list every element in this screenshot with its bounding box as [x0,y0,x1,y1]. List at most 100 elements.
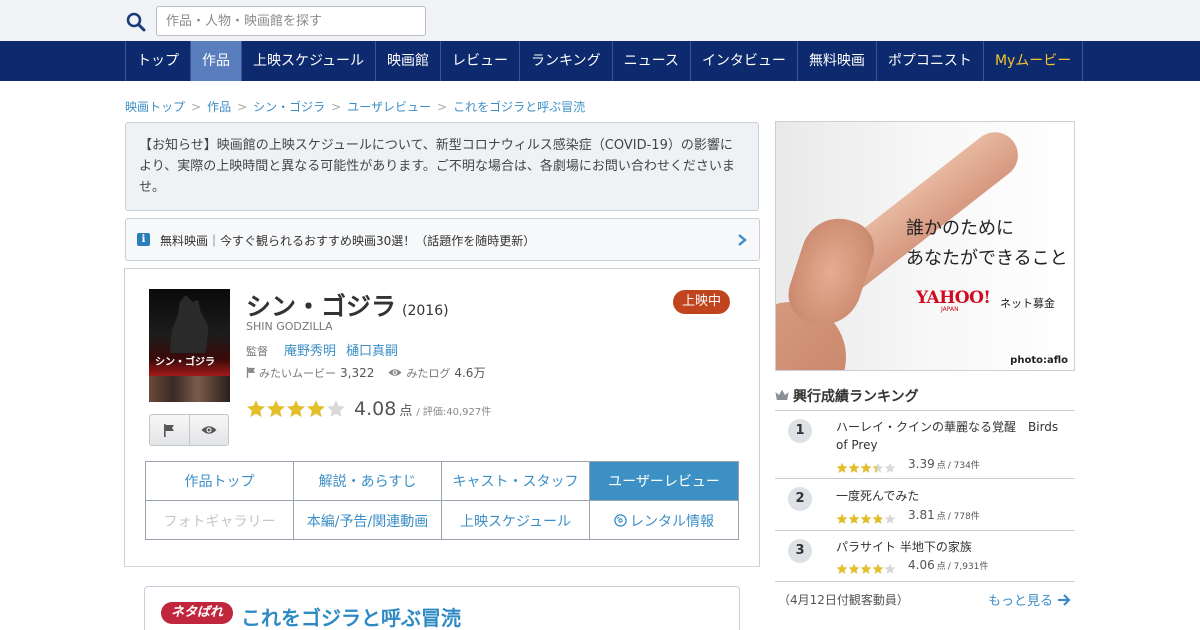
tab-rental-label: レンタル情報 [630,513,714,530]
rank-rating: 3.81 点 / 778件 [836,508,980,525]
nav-item-my-movie[interactable]: Myムービー [984,41,1084,81]
rank-score: 3.39 [908,457,935,471]
star-icon [884,513,896,524]
ranking-more-label: もっと見る [988,594,1054,609]
want-to-see-button[interactable] [150,415,189,445]
tab-synopsis[interactable]: 解説・あらすじ [294,462,442,501]
star-icon [307,400,325,417]
rank-score-unit: 点 [936,561,946,572]
rating-count: / 評価:40,927件 [416,407,492,418]
eye-icon [201,426,217,434]
ranking-item[interactable]: 2 一度死んでみた 3.81 点 / 778件 [775,479,1075,531]
ranking-heading: 興行成績ランキング [775,386,1075,411]
ad-banner[interactable]: 誰かのために あなたができること YAHOO! JAPAN ネット募金 phot… [775,121,1075,371]
ranking-date-note: （4月12日付観客動員） [778,593,909,607]
breadcrumb: 映画トップ > 作品 > シン・ゴジラ > ユーザレビュー > これをゴジラと呼ぶ冒涜 [125,98,585,115]
nav-item-free-movies[interactable]: 無料映画 [798,41,877,81]
breadcrumb-item[interactable]: シン・ゴジラ [253,100,325,114]
director-link[interactable]: 庵野秀明 [284,344,336,359]
nav-item-ranking[interactable]: ランキング [520,41,613,81]
star-icon [836,462,848,473]
star-icon [860,513,872,524]
nav-item-reviews[interactable]: レビュー [441,41,521,81]
seen-stat: みたログ 4.6万 [388,364,485,381]
breadcrumb-separator: > [191,100,202,114]
info-icon: i [137,233,150,246]
nav-item-top[interactable]: トップ [126,41,191,81]
rank-score: 4.06 [908,558,935,572]
ranking-item[interactable]: 3 パラサイト 半地下の家族 4.06 点 / 7,931件 [775,531,1075,582]
ranking-title: 興行成績ランキング [793,389,919,405]
rank-score-unit: 点 [936,511,946,522]
star-icon [884,563,896,574]
breadcrumb-item-current[interactable]: これをゴジラと呼ぶ冒涜 [453,100,585,114]
eye-icon [388,369,402,376]
director-label: 監督 [246,345,268,358]
yahoo-logo-sub: JAPAN [941,306,959,313]
poster-cast-strip [149,376,230,402]
tab-schedule[interactable]: 上映スケジュール [442,501,590,540]
ad-copy-line: あなたができること [906,248,1068,269]
review-box: ネタばれ これをゴジラと呼ぶ冒涜 [144,586,740,630]
star-icon [836,563,848,574]
now-showing-badge: 上映中 [673,290,731,314]
movie-rating: 4.08 点 / 評価:40,927件 [246,395,491,420]
star-icon [872,563,884,574]
star-icon [287,400,305,417]
chevron-right-icon [738,234,747,246]
breadcrumb-separator: > [237,100,248,114]
nav-item-popconist[interactable]: ポプコニスト [877,41,984,81]
covid-notice: 【お知らせ】映画館の上映スケジュールについて、新型コロナウィルス感染症（COVI… [125,122,759,211]
poster-title: シン・ゴジラ [155,357,215,368]
breadcrumb-item[interactable]: 作品 [207,100,231,114]
tab-overview[interactable]: 作品トップ [146,462,294,501]
rating-score: 4.08 [354,398,397,420]
star-icon [267,400,285,417]
director-link[interactable]: 樋口真嗣 [346,344,398,359]
star-icon [860,462,872,473]
star-icon [872,462,884,473]
ranking-more-link[interactable]: もっと見る [988,590,1071,609]
star-icon [848,513,860,524]
search-bar [0,0,1200,41]
seen-log-button[interactable] [188,415,228,445]
rank-movie-title: パラサイト 半地下の家族 [836,540,972,554]
rank-number: 1 [788,419,812,443]
rank-rating-stars [836,563,896,575]
free-movies-banner[interactable]: i 無料映画｜今すぐ観られるおすすめ映画30選！（話題作を随時更新） [125,218,760,261]
ranking-item[interactable]: 1 ハーレイ・クインの華麗なる覚醒 Birds of Prey 3.39 点 /… [775,411,1075,479]
flag-icon [246,367,256,378]
rank-review-count: / 778件 [947,511,980,522]
breadcrumb-item[interactable]: ユーザレビュー [347,100,431,114]
search-icon[interactable] [126,12,146,32]
nav-item-theaters[interactable]: 映画館 [376,41,442,81]
search-input[interactable] [156,6,426,36]
rank-rating: 4.06 点 / 7,931件 [836,558,988,575]
review-title: これをゴジラと呼ぶ冒涜 [241,606,461,630]
global-nav: トップ 作品 上映スケジュール 映画館 レビュー ランキング ニュース インタビ… [0,41,1200,81]
tab-rental[interactable]: レンタル情報 [590,501,738,540]
star-icon [860,563,872,574]
nav-list: トップ 作品 上映スケジュール 映画館 レビュー ランキング ニュース インタビ… [125,41,1084,81]
rank-movie-title: ハーレイ・クインの華麗なる覚醒 Birds of Prey [836,420,1059,452]
disc-icon [614,514,627,527]
rank-movie-title: 一度死んでみた [836,489,920,503]
breadcrumb-separator: > [437,100,448,114]
flag-icon [164,423,175,437]
movie-poster[interactable]: シン・ゴジラ [149,289,230,402]
rank-rating-stars [836,513,896,525]
rank-rating-stars [836,462,896,474]
ad-service-name: ネット募金 [1000,297,1055,310]
nav-item-works[interactable]: 作品 [191,41,242,81]
tab-cast-staff[interactable]: キャスト・スタッフ [442,462,590,501]
tab-user-reviews[interactable]: ユーザーレビュー [590,462,738,501]
spoiler-badge: ネタばれ [161,602,234,624]
breadcrumb-item[interactable]: 映画トップ [125,100,185,114]
nav-item-news[interactable]: ニュース [613,41,691,81]
movie-title: シン・ゴジラ [246,292,397,321]
tab-videos[interactable]: 本編/予告/関連動画 [294,501,442,540]
nav-item-schedule[interactable]: 上映スケジュール [242,41,377,81]
rank-score: 3.81 [908,508,935,522]
nav-item-interviews[interactable]: インタビュー [691,41,798,81]
want-label: みたいムービー [259,366,336,380]
